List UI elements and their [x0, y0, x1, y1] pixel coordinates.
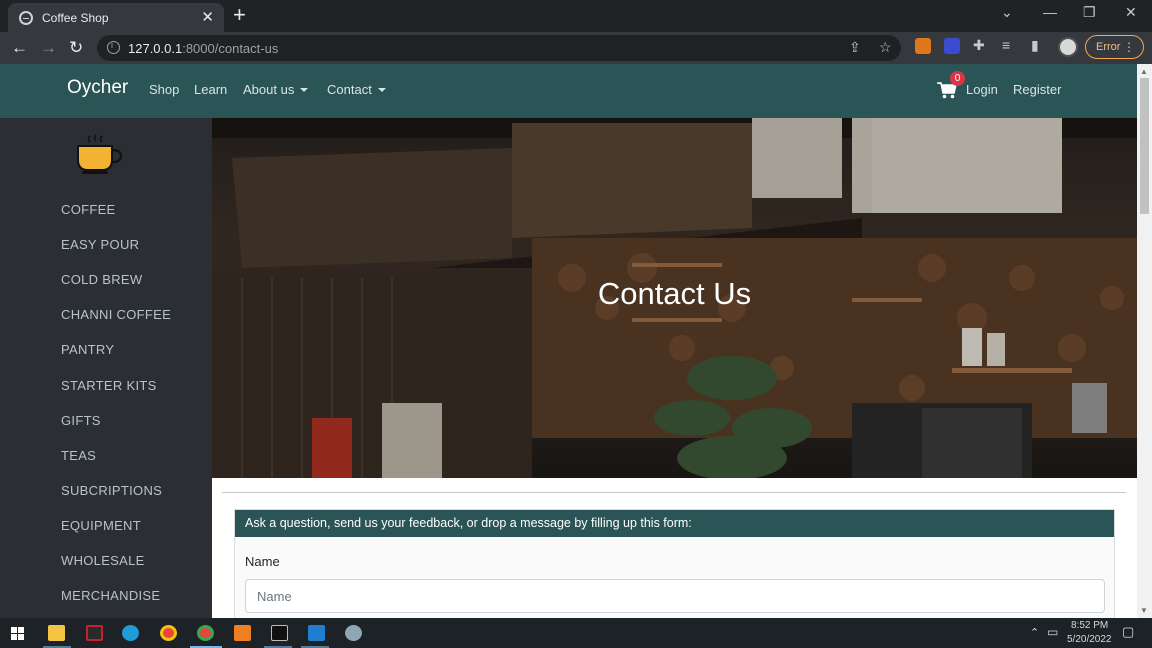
sidebar-item-teas[interactable]: TEAS: [61, 448, 96, 463]
file-explorer-icon[interactable]: [48, 625, 65, 641]
browser-toolbar: ← → ↻ 127.0.0.1:8000/contact-us ⇪ ☆ ✚ ≡ …: [0, 32, 1152, 64]
hero-banner: Contact Us: [212, 118, 1137, 478]
app-icon[interactable]: [345, 625, 362, 641]
sidebar-item-equipment[interactable]: EQUIPMENT: [61, 518, 141, 533]
share-icon[interactable]: ⇪: [849, 39, 861, 56]
coffee-cup-logo-icon[interactable]: [76, 132, 122, 176]
reload-button[interactable]: ↻: [69, 38, 83, 58]
clock-date[interactable]: 5/20/2022: [1067, 634, 1112, 645]
windows-taskbar: ⌃ ▭ 8:52 PM 5/20/2022 ▢: [0, 618, 1152, 648]
form-header: Ask a question, send us your feedback, o…: [235, 510, 1114, 537]
close-tab-icon[interactable]: ✕: [201, 10, 214, 25]
chrome-active-icon[interactable]: [197, 625, 214, 641]
new-tab-button[interactable]: +: [233, 4, 246, 26]
browser-tab-strip: Coffee Shop ✕ + ⌄ — ❐ ✕: [0, 0, 1152, 32]
side-panel-icon[interactable]: ▮: [1031, 37, 1039, 54]
address-bar[interactable]: 127.0.0.1:8000/contact-us ⇪ ☆: [97, 35, 901, 61]
globe-icon: [19, 10, 33, 25]
main-content: Ask a question, send us your feedback, o…: [212, 478, 1137, 629]
tab-title: Coffee Shop: [42, 10, 109, 25]
close-window-button[interactable]: ✕: [1125, 4, 1137, 21]
nav-learn[interactable]: Learn: [194, 82, 227, 97]
edge-browser-icon[interactable]: [122, 625, 139, 641]
scrollbar-thumb[interactable]: [1140, 78, 1149, 214]
section-divider: [222, 492, 1126, 493]
sidebar-item-wholesale[interactable]: WHOLESALE: [61, 553, 145, 568]
cart-count-badge: 0: [950, 71, 965, 86]
back-button[interactable]: ←: [11, 38, 28, 58]
terminal-icon[interactable]: [271, 625, 288, 641]
extensions-puzzle-icon[interactable]: ✚: [973, 37, 985, 54]
sidebar-item-coffee[interactable]: COFFEE: [61, 202, 116, 217]
contact-form: Ask a question, send us your feedback, o…: [234, 509, 1115, 629]
xampp-icon[interactable]: [234, 625, 251, 641]
nav-contact[interactable]: Contact: [327, 82, 386, 97]
windows-start-icon[interactable]: [11, 627, 24, 640]
nav-about-us[interactable]: About us: [243, 82, 309, 97]
vscode-icon[interactable]: [308, 625, 325, 641]
sidebar-item-subcriptions[interactable]: SUBCRIPTIONS: [61, 483, 162, 498]
register-link[interactable]: Register: [1013, 82, 1061, 97]
sidebar-item-easy-pour[interactable]: EASY POUR: [61, 237, 139, 252]
site-info-icon[interactable]: [107, 40, 120, 54]
profile-avatar[interactable]: [1058, 37, 1078, 57]
network-icon[interactable]: ▭: [1047, 625, 1058, 639]
sidebar-item-pantry[interactable]: PANTRY: [61, 342, 114, 357]
site-navbar: Oycher Shop Learn About us Contact Login…: [0, 64, 1137, 118]
reading-list-icon[interactable]: ≡: [1002, 37, 1010, 53]
metamask-extension-icon[interactable]: [915, 38, 931, 54]
tray-overflow-icon[interactable]: ⌃: [1030, 626, 1039, 639]
nav-shop[interactable]: Shop: [149, 82, 179, 97]
forward-button[interactable]: →: [40, 38, 57, 58]
minimize-button[interactable]: —: [1043, 4, 1057, 20]
scroll-up-arrow-icon[interactable]: ▲: [1140, 67, 1148, 76]
chrome-icon[interactable]: [160, 625, 177, 641]
extension-icon[interactable]: [944, 38, 960, 54]
name-input[interactable]: [245, 579, 1105, 613]
error-button[interactable]: Error ⋮: [1085, 35, 1144, 59]
dropdown-caret-icon: [377, 88, 386, 92]
clock-time[interactable]: 8:52 PM: [1071, 620, 1108, 631]
maximize-button[interactable]: ❐: [1083, 4, 1096, 21]
scroll-down-arrow-icon[interactable]: ▼: [1140, 606, 1148, 615]
sidebar-item-gifts[interactable]: GIFTS: [61, 413, 101, 428]
sidebar-item-merchandise[interactable]: MERCHANDISE: [61, 588, 160, 603]
page-title: Contact Us: [597, 276, 752, 311]
sidebar-item-channi-coffee[interactable]: CHANNI COFFEE: [61, 307, 171, 322]
category-sidebar: COFFEE EASY POUR COLD BREW CHANNI COFFEE…: [0, 118, 212, 618]
more-menu-icon[interactable]: ⋮: [1123, 36, 1135, 58]
notification-icon[interactable]: ▢: [1122, 624, 1134, 640]
tab-search-icon[interactable]: ⌄: [1001, 4, 1013, 21]
game-app-icon[interactable]: [86, 625, 103, 641]
dropdown-caret-icon: [300, 88, 309, 92]
bookmark-star-icon[interactable]: ☆: [879, 39, 892, 56]
name-label: Name: [245, 554, 280, 569]
brand-logo[interactable]: Oycher: [67, 77, 128, 99]
sidebar-item-cold-brew[interactable]: COLD BREW: [61, 272, 142, 287]
browser-tab[interactable]: Coffee Shop ✕: [8, 3, 224, 32]
login-link[interactable]: Login: [966, 82, 998, 97]
sidebar-item-starter-kits[interactable]: STARTER KITS: [61, 378, 157, 393]
url-text: 127.0.0.1:8000/contact-us: [128, 41, 279, 56]
